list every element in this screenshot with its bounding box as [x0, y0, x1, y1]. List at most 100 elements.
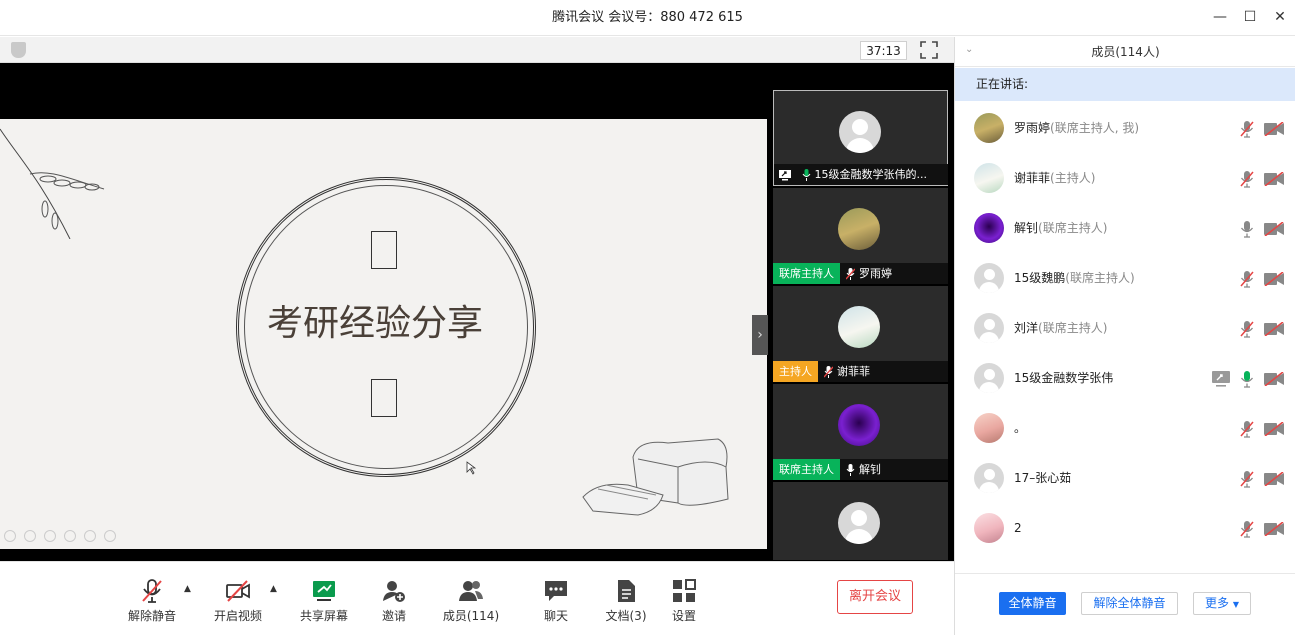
mic-muted-icon[interactable]	[1240, 270, 1254, 288]
avatar	[839, 111, 881, 153]
cohost-tag: 联席主持人	[773, 459, 840, 480]
share-screen-button[interactable]: 共享屏幕	[294, 578, 354, 624]
member-row[interactable]: 谢菲菲(主持人)	[955, 153, 1295, 203]
invite-button[interactable]: 邀请	[364, 578, 424, 624]
video-tile[interactable]: 主持人 谢菲菲	[773, 286, 948, 382]
video-tile[interactable]: 15级金融数学张伟的...	[773, 90, 948, 186]
avatar	[974, 113, 1004, 143]
avatar	[974, 313, 1004, 343]
tile-name-bar: 联席主持人 罗雨婷	[773, 263, 948, 284]
members-panel-header: ⌄ 成员(114人)	[955, 37, 1295, 67]
more-button[interactable]: 更多 ▼	[1193, 592, 1251, 615]
member-role-text: (联席主持人)	[1038, 221, 1108, 235]
settings-button[interactable]: 设置	[654, 578, 714, 624]
member-name: 15级金融数学张伟	[1014, 353, 1113, 403]
member-row[interactable]: 解钊(联席主持人)	[955, 203, 1295, 253]
member-row[interactable]: 2	[955, 503, 1295, 553]
member-row[interactable]: 刘洋(联席主持人)	[955, 303, 1295, 353]
camera-off-icon	[226, 580, 250, 602]
leaf-branch-decoration	[0, 128, 105, 239]
mic-muted-icon[interactable]	[1240, 170, 1254, 188]
security-shield-icon[interactable]	[11, 42, 26, 58]
mic-icon[interactable]	[1240, 370, 1254, 388]
speaking-indicator: 正在讲话:	[955, 68, 1295, 101]
video-tiles: 15级金融数学张伟的... 联席主持人 罗雨婷 主持人 谢菲菲 联席主持人 解钊	[773, 90, 948, 560]
minimize-icon[interactable]: —	[1205, 0, 1235, 36]
camera-off-icon[interactable]	[1263, 271, 1285, 287]
video-tile[interactable]: 联席主持人 解钊	[773, 384, 948, 480]
mute-all-button[interactable]: 全体静音	[999, 592, 1066, 615]
mic-muted-icon[interactable]	[1240, 520, 1254, 538]
camera-off-icon[interactable]	[1263, 121, 1285, 137]
mouse-cursor-icon	[466, 461, 476, 475]
slide-next-icon[interactable]	[24, 530, 36, 542]
unmute-all-button[interactable]: 解除全体静音	[1081, 592, 1178, 615]
expand-panel-arrow[interactable]: ›	[752, 315, 768, 355]
fullscreen-icon[interactable]	[920, 41, 938, 59]
title-bar: 腾讯会议 会议号：880 472 615 — ☐ ✕	[0, 0, 1295, 36]
pen-icon[interactable]	[44, 530, 56, 542]
documents-button[interactable]: 文档(3)	[596, 578, 656, 624]
more-icon[interactable]	[104, 530, 116, 542]
close-icon[interactable]: ✕	[1265, 0, 1295, 36]
maximize-icon[interactable]: ☐	[1235, 0, 1265, 36]
member-row[interactable]: 15级魏鹏(联席主持人)	[955, 253, 1295, 303]
mic-muted-icon[interactable]	[1240, 120, 1254, 138]
grid-icon[interactable]	[64, 530, 76, 542]
mic-muted-icon[interactable]	[1240, 420, 1254, 438]
members-icon	[459, 581, 483, 601]
member-row[interactable]: 。	[955, 403, 1295, 453]
slide-title: 考研经验分享	[266, 303, 483, 344]
slide-prev-icon[interactable]	[4, 530, 16, 542]
members-panel: ⌄ 成员(114人) 正在讲话: 罗雨婷(联席主持人, 我) 谢菲菲(主持人) 解钊…	[954, 37, 1295, 635]
screen-share-icon	[779, 170, 791, 181]
member-role-text: (联席主持人)	[1065, 271, 1135, 285]
dropdown-caret-icon: ▼	[1232, 600, 1239, 609]
member-row[interactable]: 17–张心茹	[955, 453, 1295, 503]
camera-off-icon[interactable]	[1263, 321, 1285, 337]
members-panel-title: 成员(114人)	[1091, 45, 1160, 59]
mic-muted-icon	[142, 579, 162, 603]
avatar	[974, 413, 1004, 443]
avatar	[974, 213, 1004, 243]
audio-options-caret[interactable]: ▲	[184, 584, 191, 594]
members-list: 罗雨婷(联席主持人, 我) 谢菲菲(主持人) 解钊(联席主持人) 15级魏鹏(联席主持…	[955, 103, 1295, 573]
more-label: 更多	[1205, 596, 1230, 610]
members-panel-footer: 全体静音 解除全体静音 更多 ▼	[955, 573, 1295, 635]
camera-off-icon[interactable]	[1263, 171, 1285, 187]
camera-off-icon[interactable]	[1263, 471, 1285, 487]
mic-on-icon	[846, 464, 855, 476]
camera-off-icon[interactable]	[1263, 521, 1285, 537]
missing-glyph-bottom	[371, 379, 397, 417]
camera-off-icon[interactable]	[1263, 421, 1285, 437]
member-role-text: (主持人)	[1050, 171, 1096, 185]
avatar	[974, 263, 1004, 293]
mic-icon[interactable]	[1240, 220, 1254, 238]
mic-muted-icon[interactable]	[1240, 470, 1254, 488]
tile-participant-name: 15级金融数学张伟的...	[814, 168, 928, 181]
member-name-text: 解钊	[1014, 221, 1039, 235]
chat-icon	[545, 581, 567, 601]
member-row[interactable]: 15级金融数学张伟	[955, 353, 1295, 403]
members-button[interactable]: 成员(114)	[441, 578, 501, 624]
video-options-caret[interactable]: ▲	[270, 584, 277, 594]
camera-off-icon[interactable]	[1263, 221, 1285, 237]
tile-name-bar: 联席主持人 解钊	[773, 459, 948, 480]
tile-participant-name: 解钊	[859, 463, 881, 476]
mic-muted-icon[interactable]	[1240, 320, 1254, 338]
start-video-button[interactable]: 开启视频	[208, 578, 268, 624]
leave-meeting-button[interactable]: 离开会议	[837, 580, 913, 614]
chat-button[interactable]: 聊天	[526, 578, 586, 624]
video-tile[interactable]: 联席主持人 罗雨婷	[773, 188, 948, 284]
member-name-text: 刘洋	[1014, 321, 1039, 335]
meeting-info-bar: 37:13	[0, 37, 954, 63]
unmute-button[interactable]: 解除静音	[122, 578, 182, 624]
video-tile[interactable]	[773, 482, 948, 560]
member-role-text: (联席主持人, 我)	[1050, 121, 1140, 135]
host-tag: 主持人	[773, 361, 818, 382]
zoom-icon[interactable]	[84, 530, 96, 542]
member-row[interactable]: 罗雨婷(联席主持人, 我)	[955, 103, 1295, 153]
camera-off-icon[interactable]	[1263, 371, 1285, 387]
member-name-text: 15级魏鹏	[1014, 271, 1066, 285]
slide-controls	[4, 530, 134, 544]
